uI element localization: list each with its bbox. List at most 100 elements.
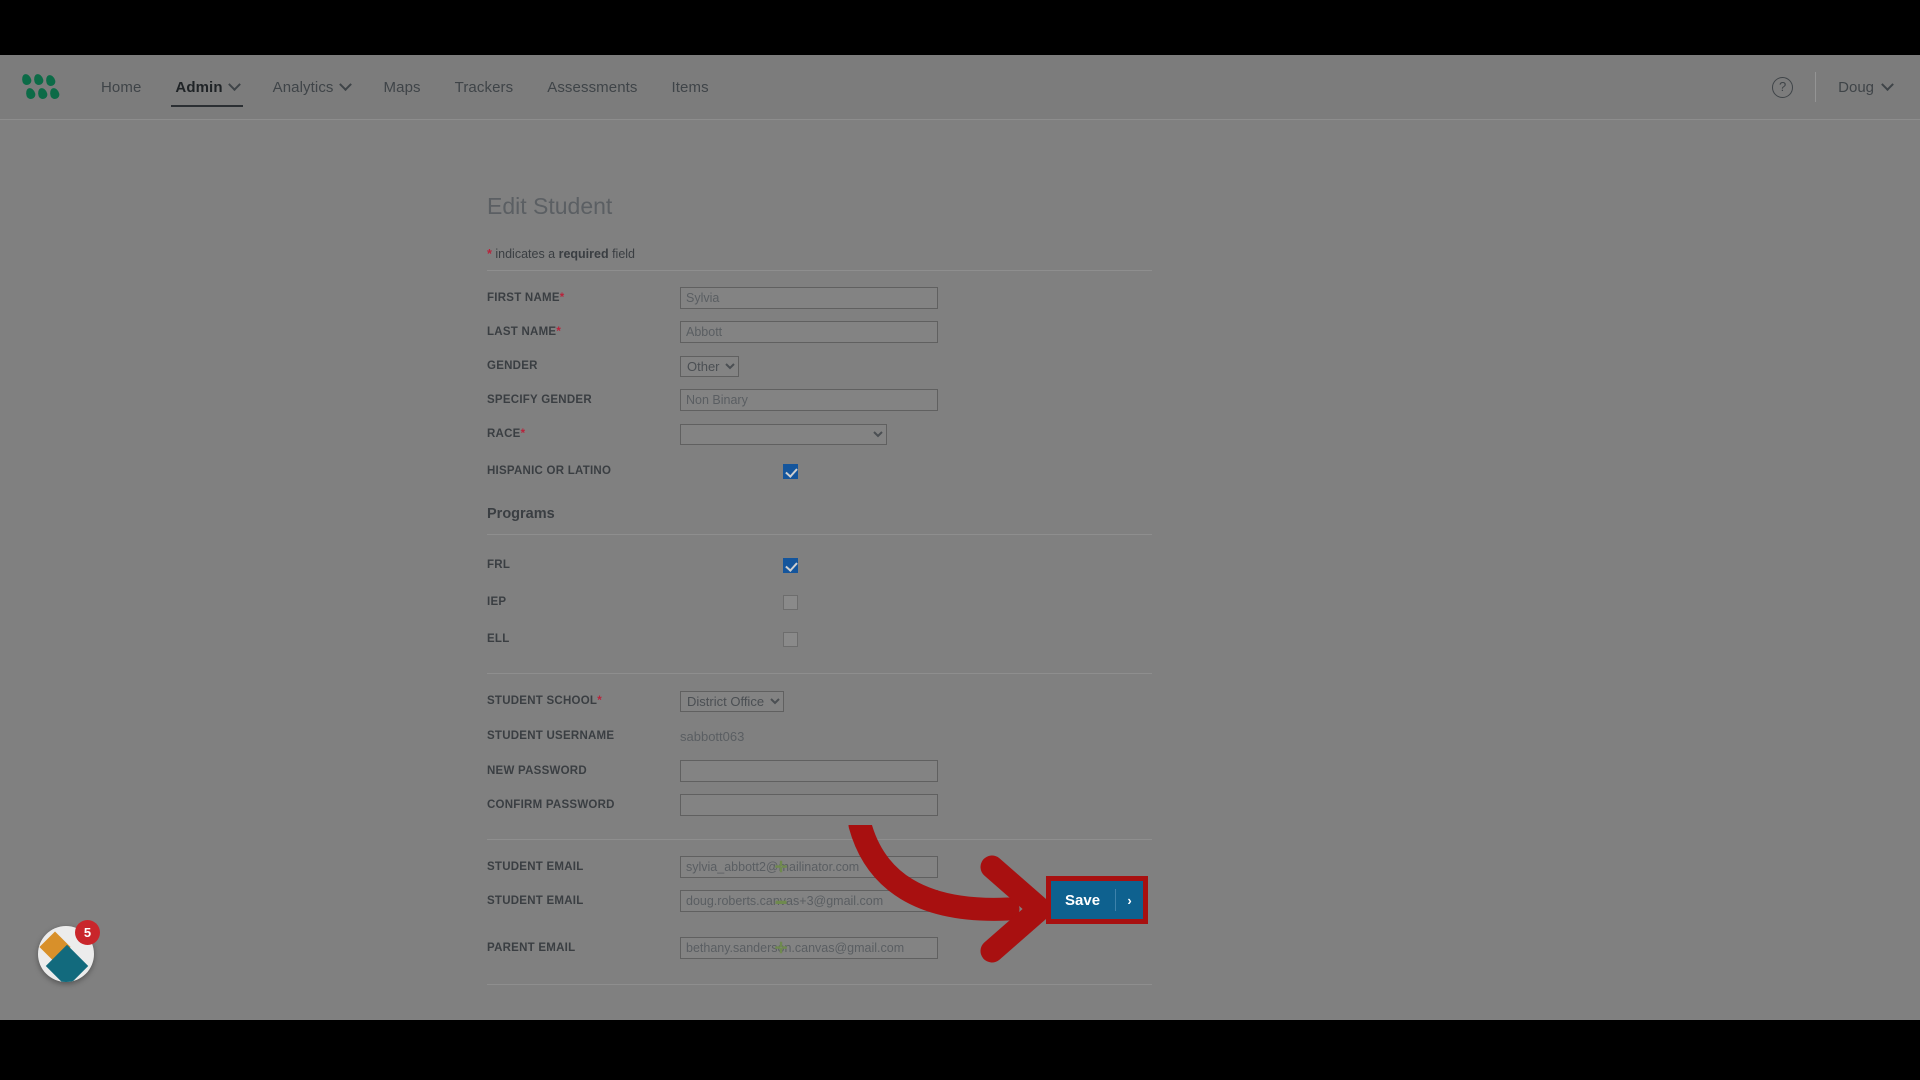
field-row-specify-gender: SPECIFY GENDER — [487, 386, 1152, 414]
frl-checkbox[interactable] — [783, 557, 798, 573]
gender-select[interactable]: Other — [680, 355, 739, 377]
field-row-first-name: FIRST NAME* — [487, 284, 1152, 312]
nav-item-home[interactable]: Home — [84, 57, 158, 117]
save-button[interactable]: Save › — [1051, 881, 1143, 919]
required-asterisk: * — [597, 695, 602, 707]
student-school-label-text: STUDENT SCHOOL — [487, 695, 598, 707]
chevron-down-icon — [1881, 77, 1894, 91]
divider — [487, 839, 1152, 840]
required-field-note: * indicates a required field — [487, 247, 1152, 270]
notification-badge: 5 — [75, 920, 100, 945]
hispanic-label: HISPANIC OR LATINO — [487, 465, 612, 477]
new-password-label: NEW PASSWORD — [487, 765, 587, 777]
nav-item-trackers[interactable]: Trackers — [438, 57, 531, 117]
help-icon-glyph: ? — [1779, 78, 1787, 94]
nav-item-assessments[interactable]: Assessments — [530, 57, 654, 117]
field-row-race: RACE* — [487, 420, 1152, 448]
field-row-confirm-password: CONFIRM PASSWORD — [487, 791, 1152, 819]
nav-item-home-label: Home — [101, 79, 142, 96]
required-asterisk: * — [520, 428, 526, 440]
nav-item-admin-label: Admin — [175, 79, 223, 96]
nav-item-assessments-label: Assessments — [547, 79, 638, 96]
chevron-down-icon — [227, 78, 241, 92]
first-name-input[interactable] — [680, 287, 938, 309]
student-email-1-label: STUDENT EMAIL — [487, 861, 584, 873]
field-row-ell: ELL — [487, 625, 1152, 653]
app-logo-icon[interactable] — [20, 72, 62, 101]
field-row-new-password: NEW PASSWORD — [487, 757, 1152, 785]
field-row-gender: GENDER Other — [487, 352, 1152, 380]
plus-icon[interactable]: ✛ — [774, 941, 788, 956]
nav-item-analytics-label: Analytics — [272, 79, 334, 96]
last-name-input[interactable] — [680, 321, 938, 343]
nav-item-trackers-label: Trackers — [454, 79, 514, 96]
edit-student-form: Edit Student * indicates a required fiel… — [487, 175, 1152, 985]
last-name-label-text: LAST NAME — [487, 326, 557, 338]
parent-email-input[interactable] — [680, 937, 938, 959]
chevron-down-icon — [338, 78, 352, 92]
minus-icon[interactable]: ▬ — [774, 894, 788, 908]
required-asterisk: * — [556, 326, 562, 338]
chevron-right-icon: › — [1127, 892, 1132, 908]
specify-gender-label: SPECIFY GENDER — [487, 394, 592, 406]
ell-checkbox[interactable] — [783, 631, 798, 647]
iep-label: IEP — [487, 596, 507, 608]
field-row-student-username: STUDENT USERNAME sabbott063 — [487, 722, 1152, 750]
required-note-bold: required — [558, 247, 609, 261]
gender-label: GENDER — [487, 360, 538, 372]
race-label: RACE* — [487, 428, 680, 440]
nav-item-maps[interactable]: Maps — [367, 57, 438, 117]
nav-item-items[interactable]: Items — [655, 57, 726, 117]
browser-viewport: Home Admin Analytics Maps Trackers Asses… — [0, 55, 1920, 1020]
nav-item-analytics[interactable]: Analytics — [256, 57, 367, 117]
user-menu-label: Doug — [1838, 78, 1874, 96]
first-name-label-text: FIRST NAME — [487, 292, 560, 304]
confirm-password-input[interactable] — [680, 794, 938, 816]
student-email-1-input[interactable] — [680, 856, 938, 878]
plus-icon[interactable]: ✛ — [774, 860, 788, 875]
hispanic-checkbox[interactable] — [783, 463, 798, 479]
field-row-hispanic: HISPANIC OR LATINO — [487, 457, 1152, 485]
nav-right-group: ? Doug — [1772, 72, 1920, 102]
first-name-label: FIRST NAME* — [487, 292, 680, 304]
divider — [487, 534, 1152, 535]
main-navigation-bar: Home Admin Analytics Maps Trackers Asses… — [0, 55, 1920, 120]
race-label-text: RACE — [487, 428, 521, 440]
field-row-iep: IEP — [487, 588, 1152, 616]
user-menu[interactable]: Doug — [1838, 77, 1894, 96]
notifications-widget[interactable]: 5 — [38, 920, 100, 982]
nav-divider — [1815, 72, 1817, 102]
student-school-label: STUDENT SCHOOL* — [487, 695, 680, 707]
divider — [487, 673, 1152, 674]
divider — [487, 270, 1152, 271]
required-asterisk: * — [559, 292, 565, 304]
race-select[interactable] — [680, 423, 887, 445]
new-password-input[interactable] — [680, 760, 938, 782]
field-row-parent-email: PARENT EMAIL ✛ — [487, 934, 1152, 962]
iep-checkbox[interactable] — [783, 594, 798, 610]
required-asterisk: * — [487, 247, 492, 261]
nav-item-items-label: Items — [671, 79, 709, 96]
field-row-student-school: STUDENT SCHOOL* District Office — [487, 687, 1152, 715]
parent-email-label: PARENT EMAIL — [487, 942, 576, 954]
programs-heading: Programs — [487, 506, 555, 522]
student-email-2-label: STUDENT EMAIL — [487, 895, 584, 907]
field-row-frl: FRL — [487, 551, 1152, 579]
confirm-password-label: CONFIRM PASSWORD — [487, 799, 615, 811]
student-email-2-input[interactable] — [680, 890, 938, 912]
field-row-last-name: LAST NAME* — [487, 318, 1152, 346]
save-button-label: Save — [1065, 891, 1101, 909]
ell-label: ELL — [487, 633, 510, 645]
help-icon[interactable]: ? — [1772, 76, 1794, 98]
student-username-value: sabbott063 — [680, 728, 745, 744]
frl-label: FRL — [487, 559, 511, 571]
nav-item-maps-label: Maps — [383, 79, 421, 96]
page-title: Edit Student — [487, 193, 613, 219]
nav-item-admin[interactable]: Admin — [158, 57, 255, 117]
specify-gender-input[interactable] — [680, 389, 938, 411]
divider — [487, 984, 1152, 985]
student-school-select[interactable]: District Office — [680, 690, 784, 712]
save-button-highlight: Save › — [1046, 876, 1148, 924]
student-username-label: STUDENT USERNAME — [487, 730, 615, 742]
required-note-prefix: indicates a — [495, 247, 559, 261]
